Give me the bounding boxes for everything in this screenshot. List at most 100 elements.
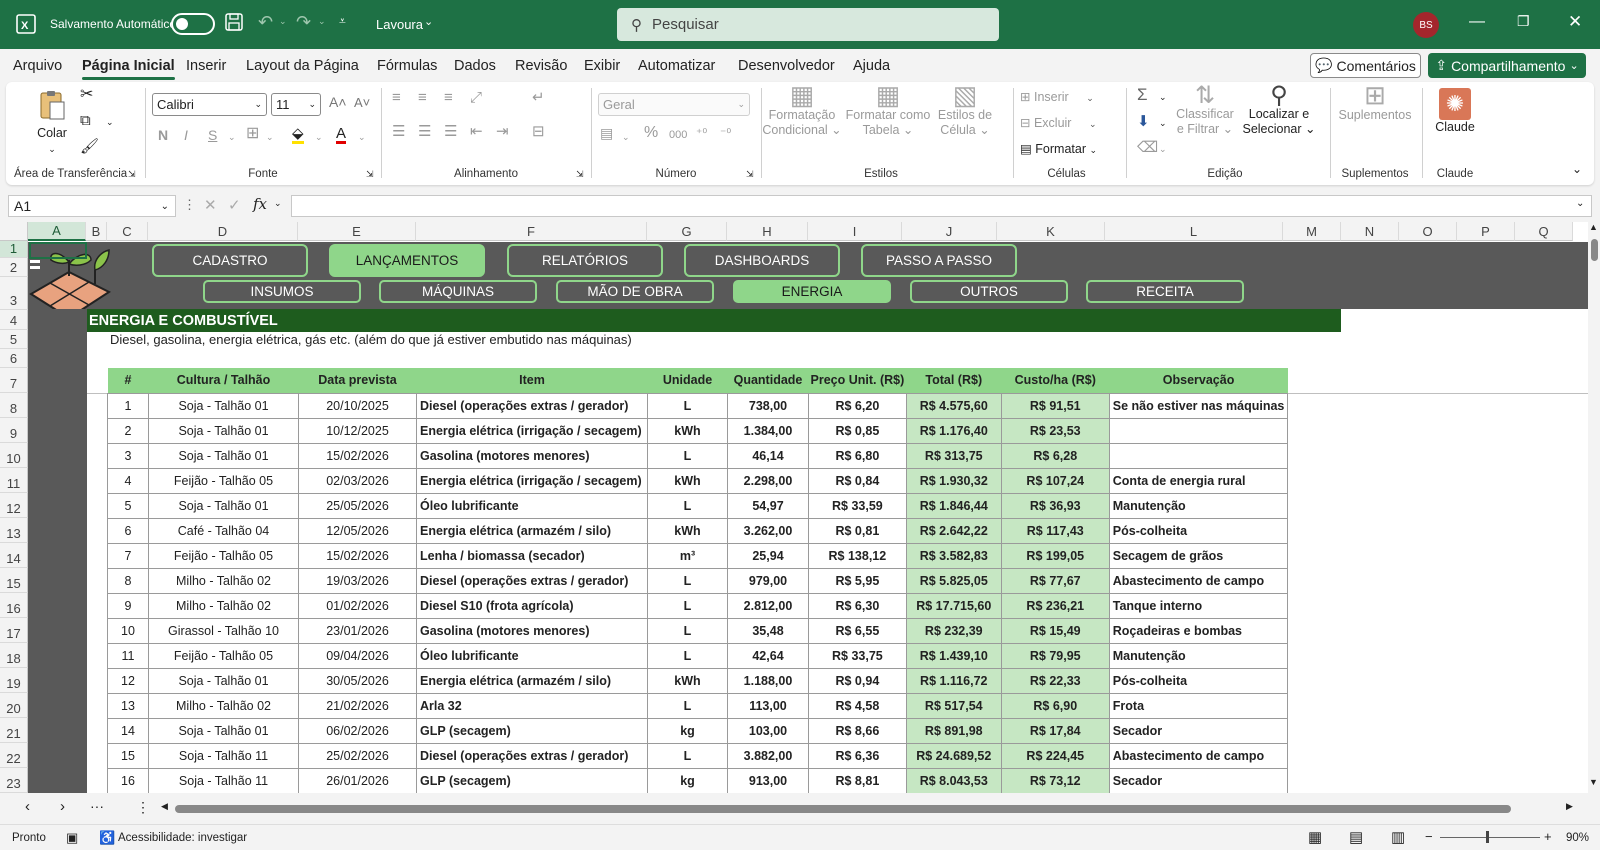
- cell-custo-ha[interactable]: R$ 36,93: [1000, 492, 1110, 519]
- nav-cadastro-button[interactable]: CADASTRO: [152, 244, 308, 277]
- cell-preco[interactable]: R$ 8,66: [808, 717, 907, 744]
- restore-icon[interactable]: ❐: [1517, 13, 1530, 30]
- cell-observacao[interactable]: Abastecimento de campo: [1108, 742, 1289, 769]
- row-header[interactable]: 11: [0, 468, 28, 493]
- cell-observacao[interactable]: Abastecimento de campo: [1108, 567, 1289, 594]
- cell-number[interactable]: 4: [107, 467, 149, 494]
- fill-icon[interactable]: ⬇: [1137, 114, 1150, 129]
- cell-number[interactable]: 12: [107, 667, 149, 694]
- confirm-formula-icon[interactable]: ✓: [228, 196, 241, 214]
- undo-icon[interactable]: ↶: [258, 12, 273, 33]
- menu-dados[interactable]: Dados: [454, 58, 496, 74]
- column-header[interactable]: J: [902, 222, 997, 241]
- row-header[interactable]: 12: [0, 493, 28, 518]
- header-preco[interactable]: Preço Unit. (R$): [808, 368, 907, 393]
- column-header[interactable]: M: [1283, 222, 1341, 241]
- cell-item[interactable]: Diesel S10 (frota agrícola): [416, 592, 648, 619]
- horizontal-scroll-thumb[interactable]: [175, 805, 1511, 813]
- row-header[interactable]: 3: [0, 277, 28, 310]
- nav-lancamentos-button[interactable]: LANÇAMENTOS: [329, 244, 485, 277]
- cell-observacao[interactable]: Secador: [1108, 717, 1289, 744]
- cell-observacao[interactable]: Manutenção: [1108, 492, 1289, 519]
- currency-icon[interactable]: ▤: [600, 126, 613, 141]
- cell-quantidade[interactable]: 54,97: [727, 492, 809, 519]
- cell-styles-button[interactable]: ▧ Estilos de Célula ⌄: [934, 82, 996, 138]
- cell-number[interactable]: 11: [107, 642, 149, 669]
- row-header[interactable]: 9: [0, 418, 28, 443]
- menu-exibir[interactable]: Exibir: [584, 58, 620, 74]
- column-header[interactable]: G: [647, 222, 727, 241]
- cell-custo-ha[interactable]: R$ 117,43: [1000, 517, 1110, 544]
- cell-cultura[interactable]: Soja - Talhão 11: [148, 742, 299, 769]
- row-header[interactable]: 4: [0, 310, 28, 330]
- cell-unidade[interactable]: m³: [647, 542, 728, 569]
- row-header[interactable]: 10: [0, 443, 28, 468]
- cell-custo-ha[interactable]: R$ 6,28: [1000, 442, 1110, 469]
- undo-dropdown-icon[interactable]: ⌄: [279, 16, 287, 27]
- cell-custo-ha[interactable]: R$ 199,05: [1000, 542, 1110, 569]
- prev-sheet-icon[interactable]: ‹: [25, 798, 30, 815]
- cell-unidade[interactable]: L: [647, 692, 728, 719]
- cell-preco[interactable]: R$ 6,80: [808, 442, 907, 469]
- cell-item[interactable]: Energia elétrica (irrigação / secagem): [416, 467, 648, 494]
- cell-number[interactable]: 2: [107, 417, 149, 444]
- sort-filter-button[interactable]: ⇅ Classificar e Filtrar ⌄: [1171, 84, 1239, 137]
- cell-quantidade[interactable]: 913,00: [727, 767, 809, 793]
- cell-cultura[interactable]: Feijão - Talhão 05: [148, 542, 299, 569]
- alignment-launcher-icon[interactable]: ⇲: [576, 167, 584, 182]
- page-layout-view-icon[interactable]: ▤: [1349, 828, 1363, 846]
- cell-total[interactable]: R$ 17.715,60: [905, 592, 1002, 619]
- insert-cells-button[interactable]: ⊞ Inserir ⌄: [1020, 90, 1094, 106]
- conditional-formatting-button[interactable]: ▦ Formatação Condicional ⌄: [762, 82, 842, 138]
- formula-input[interactable]: [291, 195, 1592, 217]
- row-header[interactable]: 16: [0, 593, 28, 618]
- insert-function-icon[interactable]: fx: [253, 195, 267, 213]
- cell-preco[interactable]: R$ 0,84: [808, 467, 907, 494]
- cell-quantidade[interactable]: 2.812,00: [727, 592, 809, 619]
- page-break-view-icon[interactable]: ▥: [1391, 828, 1405, 846]
- row-header[interactable]: 19: [0, 668, 28, 693]
- cell-data[interactable]: 06/02/2026: [298, 717, 417, 744]
- cell-cultura[interactable]: Soja - Talhão 01: [148, 492, 299, 519]
- increase-font-icon[interactable]: A˄: [329, 95, 347, 110]
- comments-button[interactable]: 💬 Comentários: [1310, 53, 1421, 78]
- cell-unidade[interactable]: L: [647, 642, 728, 669]
- thousands-icon[interactable]: 000: [669, 128, 687, 143]
- cell-item[interactable]: Diesel (operações extras / gerador): [416, 392, 648, 419]
- cell-cultura[interactable]: Girassol - Talhão 10: [148, 617, 299, 644]
- cell-item[interactable]: GLP (secagem): [416, 767, 648, 793]
- align-middle-icon[interactable]: ≡: [418, 90, 427, 105]
- cell-number[interactable]: 6: [107, 517, 149, 544]
- number-launcher-icon[interactable]: ⇲: [746, 167, 754, 182]
- scroll-right-icon[interactable]: ▶: [1566, 801, 1573, 812]
- cell-cultura[interactable]: Soja - Talhão 01: [148, 667, 299, 694]
- align-right-icon[interactable]: ☰: [444, 124, 457, 139]
- decrease-decimal-icon[interactable]: ⁻⁰: [720, 126, 731, 141]
- find-select-button[interactable]: ⚲ Localizar e Selecionar ⌄: [1239, 84, 1319, 137]
- active-cell-a1[interactable]: [29, 242, 87, 259]
- cell-total[interactable]: R$ 517,54: [905, 692, 1002, 719]
- menu-revisao[interactable]: Revisão: [515, 58, 567, 74]
- subnav-outros-button[interactable]: OUTROS: [910, 280, 1068, 303]
- column-header[interactable]: H: [727, 222, 808, 241]
- column-header[interactable]: B: [86, 222, 107, 241]
- worksheet[interactable]: A B C D E F G H I J K L M N O P Q 1 2 3 …: [0, 222, 1588, 793]
- workbook-name[interactable]: Lavoura: [376, 17, 423, 32]
- cell-observacao[interactable]: Pós-colheita: [1108, 517, 1289, 544]
- cell-total[interactable]: R$ 1.930,32: [905, 467, 1002, 494]
- scroll-left-icon[interactable]: ◀: [161, 801, 168, 812]
- row-header[interactable]: 6: [0, 349, 28, 368]
- header-observacao[interactable]: Observação: [1109, 368, 1288, 393]
- column-header[interactable]: O: [1399, 222, 1457, 241]
- column-header[interactable]: N: [1341, 222, 1399, 241]
- menu-pagina-inicial[interactable]: Página Inicial: [82, 58, 175, 80]
- cell-quantidade[interactable]: 35,48: [727, 617, 809, 644]
- zoom-out-icon[interactable]: −: [1425, 829, 1433, 844]
- cell-total[interactable]: R$ 3.582,83: [905, 542, 1002, 569]
- decrease-indent-icon[interactable]: ⇤: [470, 124, 483, 139]
- row-header[interactable]: 15: [0, 568, 28, 593]
- cell-data[interactable]: 10/12/2025: [298, 417, 417, 444]
- zoom-slider[interactable]: [1440, 837, 1540, 838]
- merge-icon[interactable]: ⊟: [532, 124, 545, 139]
- normal-view-icon[interactable]: ▦: [1308, 828, 1322, 846]
